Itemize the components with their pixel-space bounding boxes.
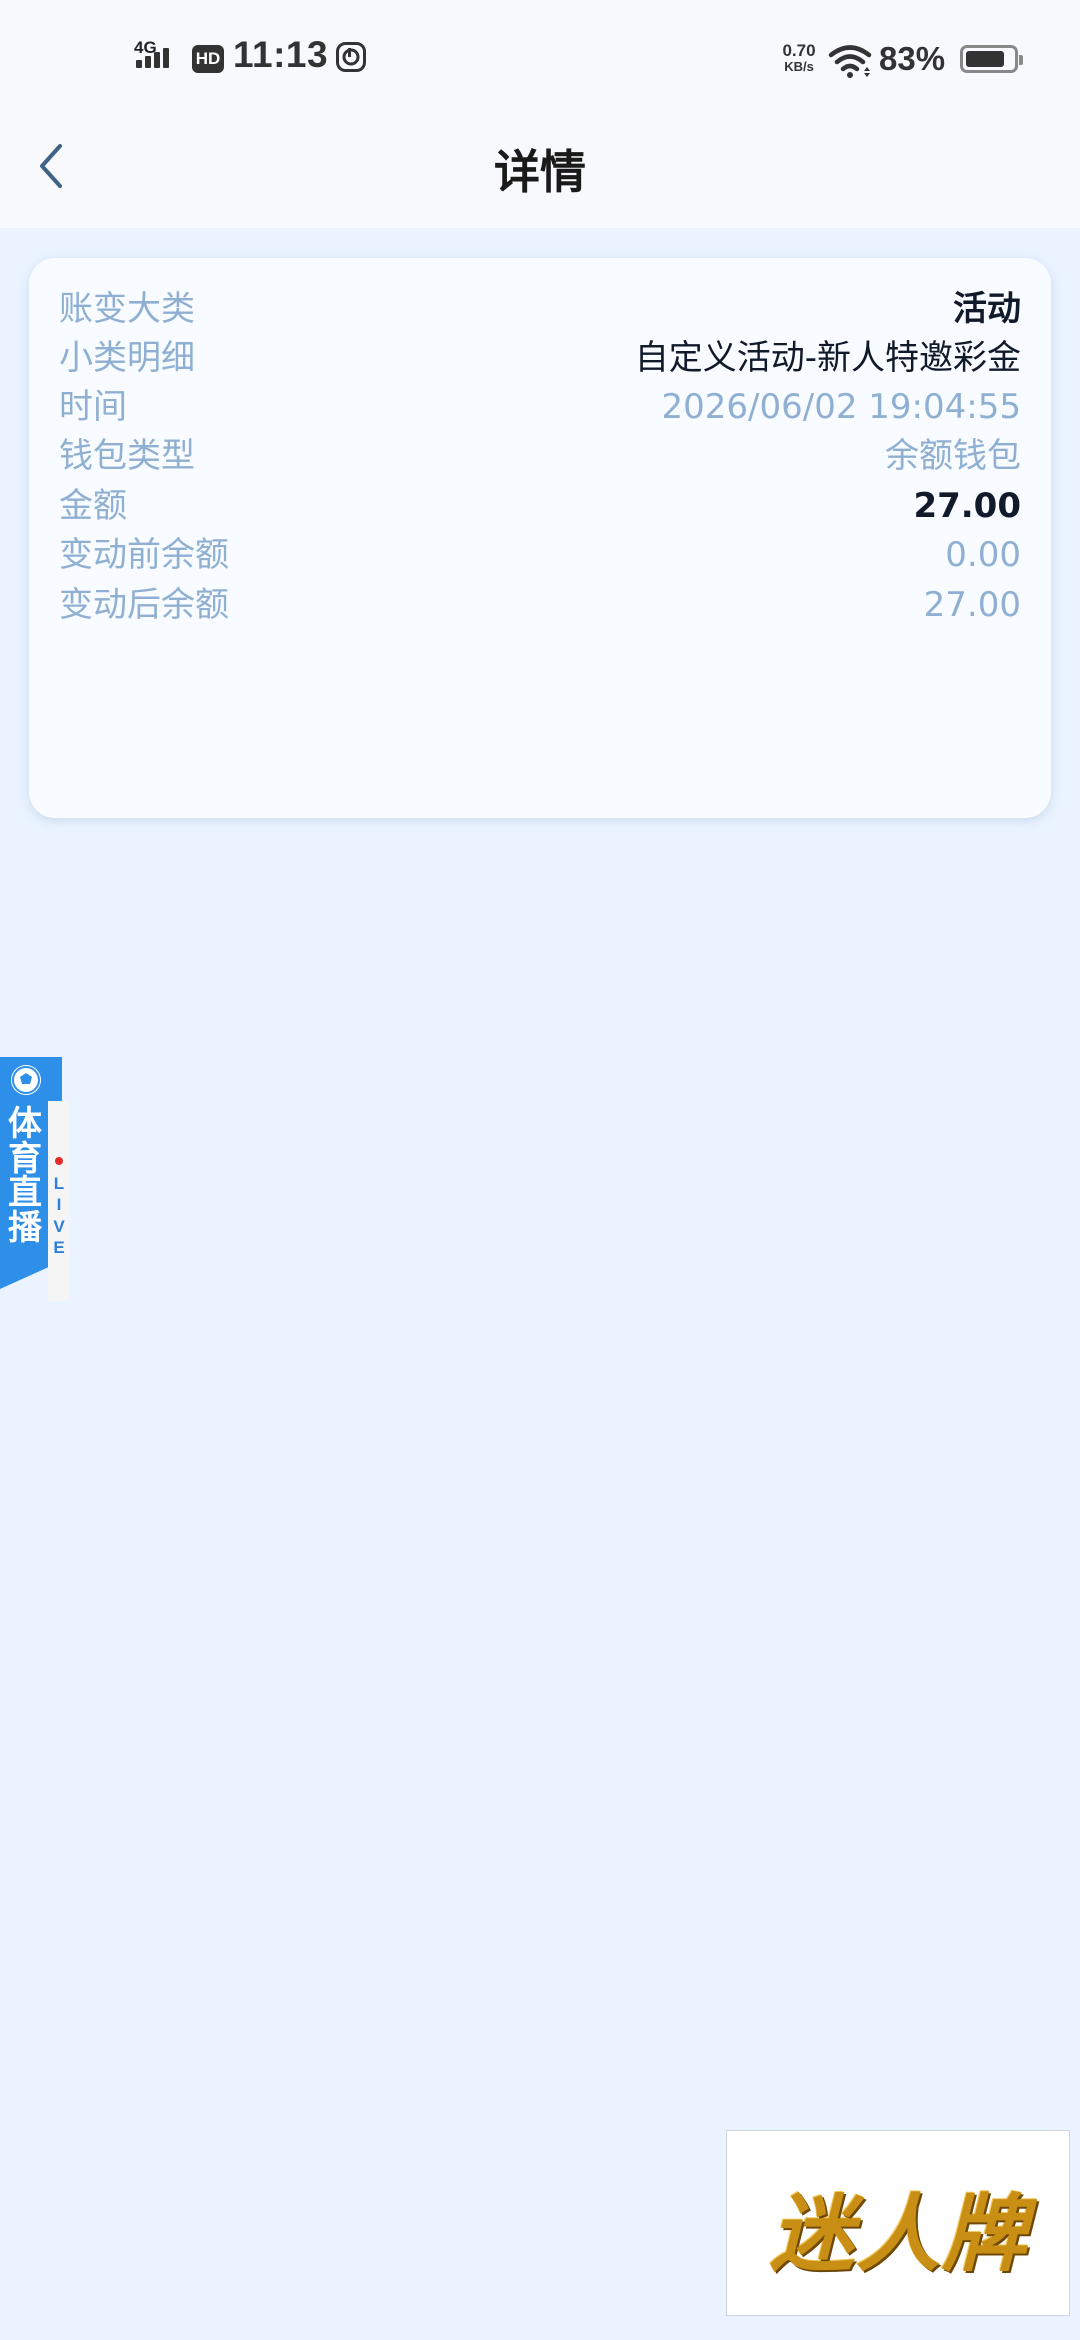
detail-row-balance-after: 变动后余额 27.00 [59, 575, 1021, 635]
sports-tab-label: 体 育 直 播 [3, 1107, 47, 1246]
sports-live-tab[interactable]: 体 育 直 播 L I V E [0, 1057, 72, 1301]
status-bar: 4G HD 11:13 0.70 KB/s 83% [0, 0, 1080, 120]
battery-percent: 83% [879, 40, 946, 77]
sports-char: 体 [8, 1104, 42, 1144]
nav-header: 详情 [0, 120, 1080, 228]
ad-banner[interactable]: 迷人牌 [726, 2130, 1070, 2316]
detail-label: 变动后余额 [59, 585, 229, 625]
hd-badge: HD [192, 45, 224, 73]
soccer-ball-icon [11, 1065, 41, 1095]
network-speed-value: 0.70 [782, 41, 816, 60]
page-title: 详情 [494, 145, 586, 199]
sports-char: 直 [8, 1173, 42, 1214]
battery-icon [960, 45, 1023, 73]
detail-value: 27.00 [923, 585, 1021, 625]
app-notification-icon [336, 42, 366, 72]
clock-time: 11:13 [233, 34, 329, 75]
battery-level-fill [966, 51, 1004, 67]
live-badge: L I V E [48, 1101, 70, 1301]
live-text: L I V E [53, 1174, 65, 1257]
live-dot-icon [55, 1157, 63, 1165]
ad-logo-text: 迷人牌 [769, 2185, 1028, 2283]
network-speed: 0.70 KB/s [774, 42, 824, 73]
sports-char: 播 [8, 1208, 42, 1249]
detail-card: 账变大类 活动 小类明细 自定义活动-新人特邀彩金 时间 2026/06/02 … [29, 258, 1051, 818]
cellular-signal-icon: 4G [134, 38, 186, 78]
sports-char: 育 [8, 1138, 42, 1179]
wifi-icon [828, 45, 872, 78]
network-speed-unit: KB/s [784, 59, 814, 74]
